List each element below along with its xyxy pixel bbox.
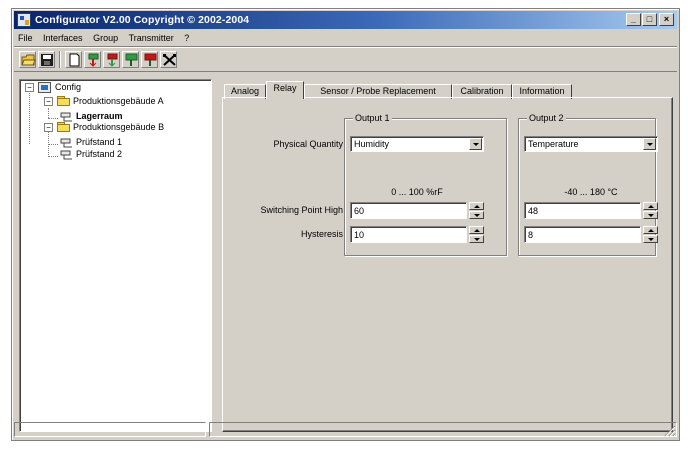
switching-point-high-label: Switching Point High [260,205,343,215]
minimize-button[interactable]: _ [626,13,641,26]
chevron-down-icon[interactable] [469,138,482,150]
tree-item-config[interactable]: Config [55,81,81,93]
menu-file[interactable]: File [14,31,37,45]
spin-down-icon[interactable] [643,235,658,243]
menu-bar: File Interfaces Group Transmitter ? [14,31,677,45]
maximize-button[interactable]: □ [642,13,657,26]
output-1-switching-point-value: 60 [354,206,365,216]
transmitter-icon [60,138,72,148]
physical-quantity-label: Physical Quantity [273,139,343,149]
hysteresis-label: Hysteresis [300,229,343,239]
spin-down-icon[interactable] [469,235,484,243]
output-1-hysteresis-value: 10 [354,230,365,240]
toolbar-separator [59,51,61,68]
tree-collapse-toggle[interactable]: − [44,123,53,132]
transmitter-write-icon [144,53,157,66]
output-2-quantity-value: Temperature [528,139,579,149]
output-2-switching-point-input[interactable]: 48 [524,202,641,219]
relay-tab-panel: Physical Quantity Switching Point High H… [222,97,673,432]
transmitter-read-button[interactable] [122,51,139,68]
tree-item-pruefstand-2[interactable]: Prüfstand 2 [76,148,122,160]
output-1-switching-point-spinner[interactable] [469,202,484,219]
transmitter-add-icon [88,53,99,67]
tree-connector [48,118,58,119]
output-1-hysteresis-spinner[interactable] [469,226,484,243]
output-2-hysteresis-value: 8 [528,230,534,240]
menu-interfaces[interactable]: Interfaces [39,31,87,45]
output-1-switching-point-input[interactable]: 60 [350,202,467,219]
output-1-quantity-value: Humidity [354,139,390,149]
tree-connector [48,144,58,145]
transmitter-icon [60,112,72,122]
new-icon [69,53,80,67]
output-1-hysteresis-input[interactable]: 10 [350,226,467,243]
resize-grip-icon[interactable] [664,425,676,437]
close-button[interactable]: × [659,13,674,26]
menu-transmitter[interactable]: Transmitter [125,31,178,45]
tree-item-group-a[interactable]: Produktionsgebäude A [73,95,164,107]
spin-down-icon[interactable] [469,211,484,219]
tree-collapse-toggle[interactable]: − [44,97,53,106]
app-icon [17,13,31,27]
transmitter-add-button[interactable] [84,51,101,68]
config-icon [38,82,51,93]
spin-up-icon[interactable] [643,226,658,234]
spin-up-icon[interactable] [469,226,484,234]
output-1-legend: Output 1 [353,112,392,124]
output-1-quantity-select[interactable]: Humidity [350,136,484,152]
application-window: Configurator V2.00 Copyright © 2002-2004… [11,8,680,441]
transmitter-remove-button[interactable] [103,51,120,68]
menu-help[interactable]: ? [180,31,193,45]
window-title: Configurator V2.00 Copyright © 2002-2004 [35,14,250,26]
save-icon [41,54,53,66]
status-pane-2 [209,422,677,437]
tree-connector [48,156,58,157]
tree-connector [48,108,49,118]
menu-group[interactable]: Group [89,31,122,45]
toolbar [14,46,677,72]
spin-up-icon[interactable] [469,202,484,210]
status-bar [14,422,677,438]
transmitter-read-icon [125,53,138,66]
output-2-range: -40 ... 180 °C [564,187,618,197]
output-2-switching-point-spinner[interactable] [643,202,658,219]
transmitter-write-button[interactable] [141,51,158,68]
output-2-hysteresis-input[interactable]: 8 [524,226,641,243]
tree-connector [29,93,30,144]
tree-collapse-toggle[interactable]: − [25,83,34,92]
output-2-switching-point-value: 48 [528,206,539,216]
tree-item-group-b[interactable]: Produktionsgebäude B [73,121,164,133]
spin-up-icon[interactable] [643,202,658,210]
open-button[interactable] [19,51,36,68]
output-2-legend: Output 2 [527,112,566,124]
config-tree[interactable]: − Config − Produktionsgebäude A Lagerrau… [19,79,212,432]
tools-icon [163,54,176,66]
output-2-hysteresis-spinner[interactable] [643,226,658,243]
save-button[interactable] [38,51,55,68]
title-bar[interactable]: Configurator V2.00 Copyright © 2002-2004… [14,11,677,29]
transmitter-remove-icon [107,53,118,67]
output-2-quantity-select[interactable]: Temperature [524,136,658,152]
chevron-down-icon[interactable] [643,138,656,150]
spin-down-icon[interactable] [643,211,658,219]
tools-button[interactable] [160,51,177,68]
output-1-range: 0 ... 100 %rF [391,187,443,197]
new-button[interactable] [65,51,82,68]
tab-relay[interactable]: Relay [266,81,304,99]
folder-icon [57,96,70,106]
status-pane-1 [14,422,206,437]
tree-item-pruefstand-1[interactable]: Prüfstand 1 [76,136,122,148]
transmitter-icon [60,150,72,160]
open-icon [21,54,36,66]
folder-icon [57,122,70,132]
